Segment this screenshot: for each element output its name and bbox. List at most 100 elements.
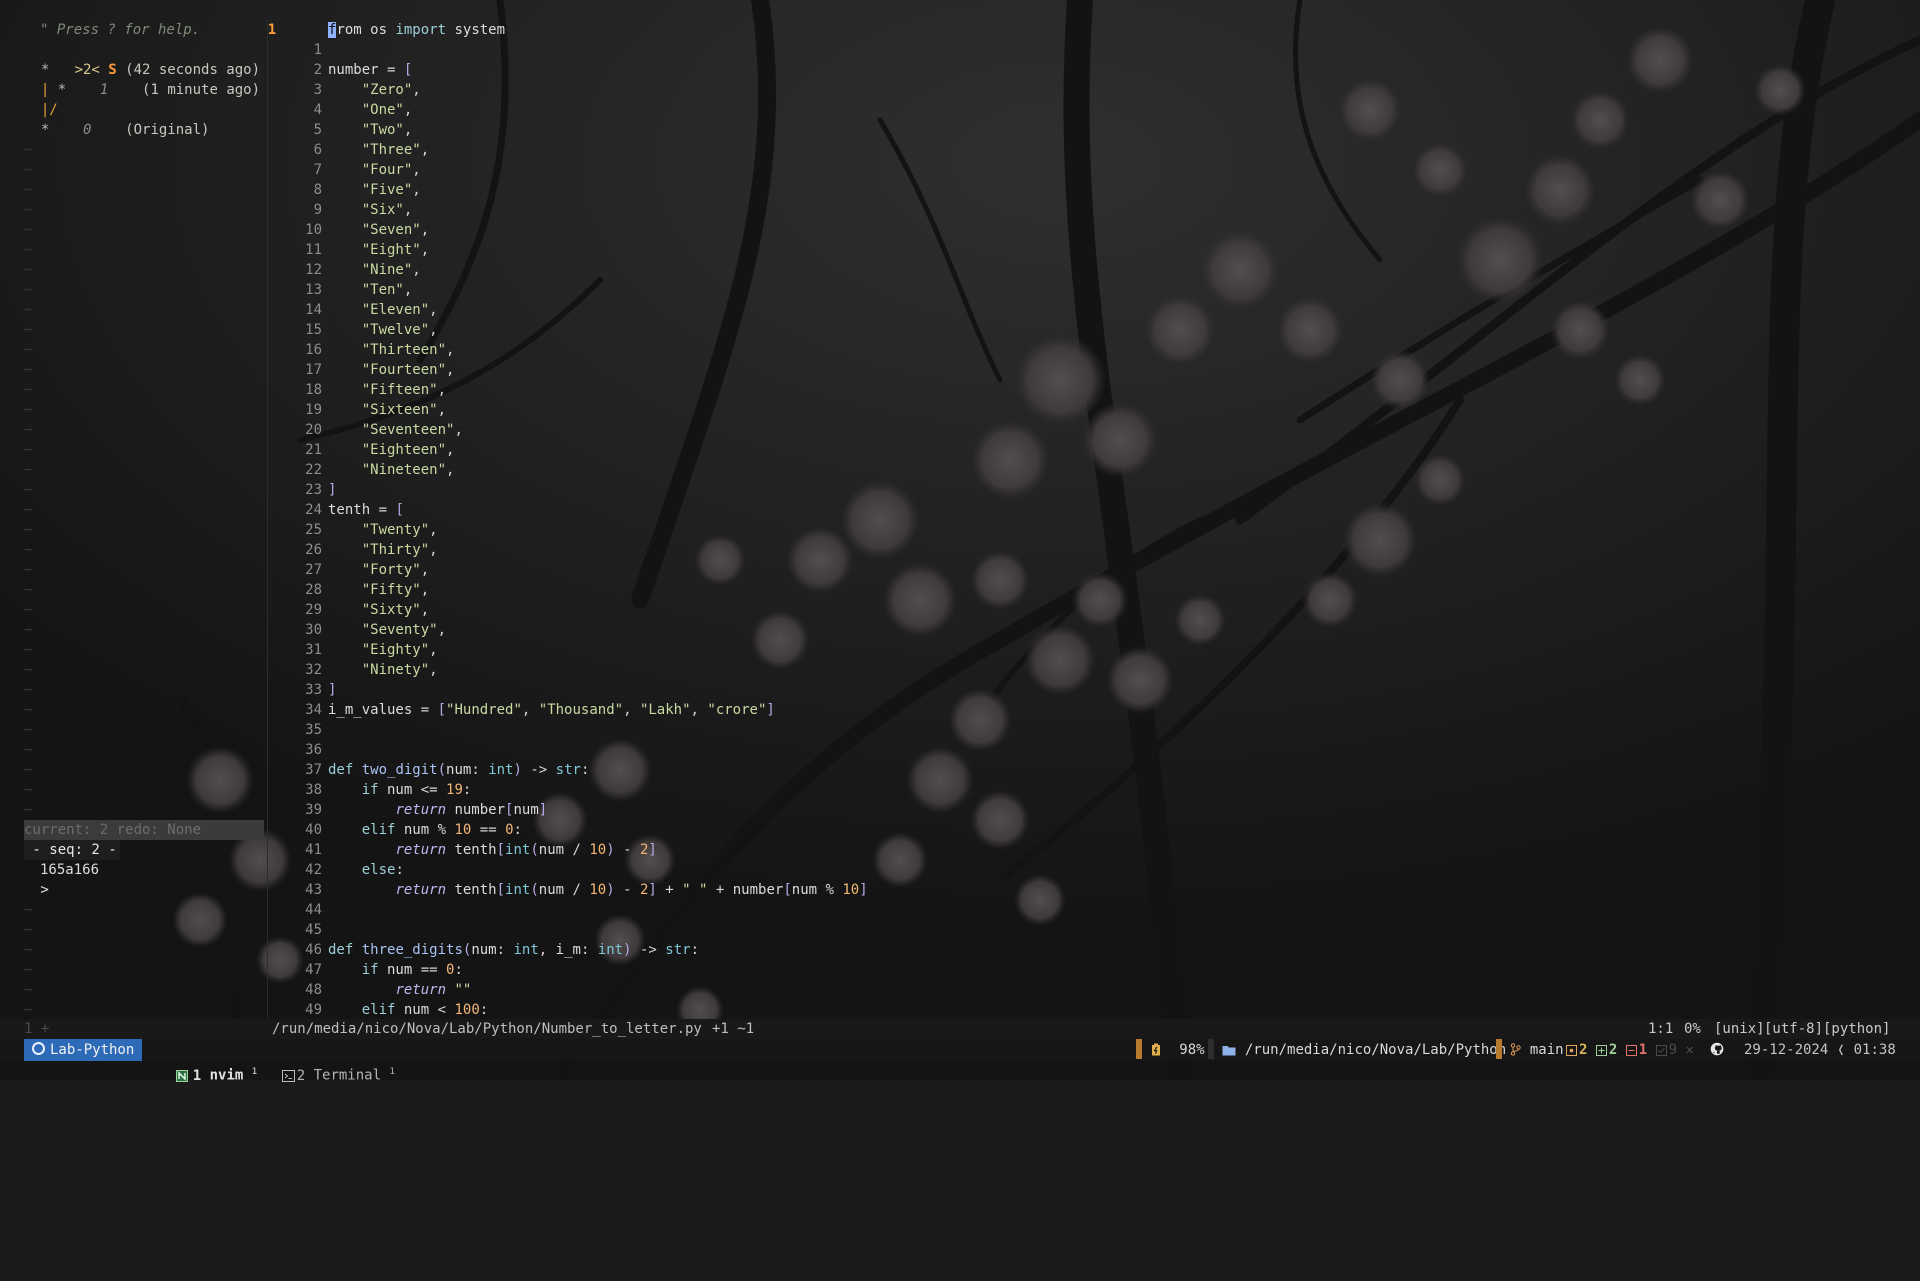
- eob-tilde: ~: [24, 922, 33, 938]
- code-line[interactable]: "Eighty",: [328, 640, 438, 660]
- code-line[interactable]: return "": [328, 980, 471, 1000]
- code-line[interactable]: "Seven",: [328, 220, 429, 240]
- code-line[interactable]: "Fifteen",: [328, 380, 446, 400]
- eob-tilde: ~: [24, 282, 33, 298]
- code-line[interactable]: return tenth[int(num / 10) - 2] + " " + …: [328, 880, 867, 900]
- tmux-session[interactable]: Lab-Python: [24, 1039, 143, 1061]
- line-number: 21: [305, 442, 322, 458]
- undotree-graph: |/: [40, 102, 58, 118]
- eob-tilde: ~: [24, 262, 33, 278]
- eob-tilde: ~: [24, 762, 33, 778]
- code-line[interactable]: def three_digits(num: int, i_m: int) -> …: [328, 940, 699, 960]
- undotree-node[interactable]: |/: [24, 100, 58, 120]
- code-line[interactable]: "Nine",: [328, 260, 421, 280]
- git-segment: main: [1496, 1039, 1564, 1061]
- line-number: 46: [305, 942, 322, 958]
- eob-tilde: ~: [24, 622, 33, 638]
- code-line[interactable]: "One",: [328, 100, 413, 120]
- line-number: 10: [305, 222, 322, 238]
- code-line[interactable]: "Seventeen",: [328, 420, 463, 440]
- code-line[interactable]: "Fifty",: [328, 580, 429, 600]
- line-number: 34: [305, 702, 322, 718]
- eob-tilde: ~: [24, 982, 33, 998]
- code-line[interactable]: "Seventy",: [328, 620, 446, 640]
- undotree-seq: >2<: [74, 62, 100, 78]
- code-line[interactable]: from os import system: [328, 20, 505, 40]
- code-line[interactable]: "Zero",: [328, 80, 421, 100]
- line-number: 25: [305, 522, 322, 538]
- git-diff-summary: +1 ~1: [712, 1021, 755, 1037]
- undotree-node[interactable]: * >2< S (42 seconds ago): [24, 60, 260, 80]
- code-line[interactable]: elif num % 10 == 0:: [328, 820, 522, 840]
- eob-tilde: ~: [24, 562, 33, 578]
- git-deleted-count: 1: [1638, 1042, 1648, 1058]
- eob-tilde: ~: [24, 582, 33, 598]
- line-number: 31: [305, 642, 322, 658]
- code-line[interactable]: "Forty",: [328, 560, 429, 580]
- code-line[interactable]: "Twenty",: [328, 520, 438, 540]
- eob-tilde: ~: [24, 162, 33, 178]
- code-line[interactable]: tenth = [: [328, 500, 404, 520]
- text-cursor: f: [328, 22, 337, 38]
- line-number: 38: [305, 782, 322, 798]
- tmux-window-2[interactable]: 2 Terminal 1: [248, 1039, 395, 1084]
- code-line[interactable]: "Five",: [328, 180, 421, 200]
- code-line[interactable]: "Two",: [328, 120, 413, 140]
- code-line[interactable]: return number[num]: [328, 800, 547, 820]
- git-accent: [1496, 1039, 1502, 1059]
- code-line[interactable]: ]: [328, 680, 336, 700]
- code-line[interactable]: "Eight",: [328, 240, 429, 260]
- code-line[interactable]: "Ninety",: [328, 660, 438, 680]
- eob-tilde: ~: [24, 322, 33, 338]
- line-number: 32: [305, 662, 322, 678]
- eob-tilde: ~: [24, 522, 33, 538]
- file-path[interactable]: /run/media/nico/Nova/Lab/Python/Number_t…: [272, 1019, 702, 1039]
- staged-icon: [1566, 1045, 1577, 1056]
- deleted-icon: [1625, 1045, 1637, 1056]
- undotree-panel[interactable]: " Press ? for help. * >2< S (42 seconds …: [0, 20, 268, 1020]
- code-line[interactable]: "Ten",: [328, 280, 413, 300]
- code-line[interactable]: "Sixteen",: [328, 400, 446, 420]
- code-line[interactable]: "Sixty",: [328, 600, 429, 620]
- line-number: 37: [305, 762, 322, 778]
- vertical-split-divider[interactable]: [267, 20, 268, 1020]
- code-line[interactable]: number = [: [328, 60, 412, 80]
- line-number: 1: [313, 42, 322, 58]
- code-line[interactable]: "Eleven",: [328, 300, 438, 320]
- eob-tilde: ~: [24, 422, 33, 438]
- code-line[interactable]: "Thirteen",: [328, 340, 455, 360]
- code-line[interactable]: "Six",: [328, 200, 413, 220]
- code-line[interactable]: "Three",: [328, 140, 429, 160]
- code-line[interactable]: "Eighteen",: [328, 440, 455, 460]
- editor-buffer[interactable]: 1 from os import system 1 2 number = [3 "Zer…: [268, 20, 1920, 1020]
- undotree-diff-hunk: 165a166: [40, 862, 100, 878]
- line-number: 17: [305, 362, 322, 378]
- github-icon: [1710, 1039, 1724, 1061]
- undotree-node[interactable]: * 0 (Original): [24, 120, 210, 140]
- tmux-window-1[interactable]: 1 nvim 1: [142, 1039, 257, 1084]
- code-line[interactable]: i_m_values = ["Hundred", "Thousand", "La…: [328, 700, 775, 720]
- scroll-percent: 0%: [1684, 1021, 1701, 1037]
- code-line[interactable]: else:: [328, 860, 404, 880]
- code-line[interactable]: "Fourteen",: [328, 360, 455, 380]
- line-number: 6: [313, 142, 322, 158]
- code-line[interactable]: return tenth[int(num / 10) - 2]: [328, 840, 656, 860]
- code-line[interactable]: "Twelve",: [328, 320, 438, 340]
- clock-icon: ❬: [1836, 1042, 1846, 1058]
- undotree-diff-added: >: [32, 882, 49, 898]
- window-2-name: Terminal: [313, 1067, 382, 1084]
- undotree-node[interactable]: | * 1 (1 minute ago): [24, 80, 260, 100]
- code-line[interactable]: "Four",: [328, 160, 421, 180]
- eob-tilde: ~: [24, 802, 33, 818]
- line-number: 11: [305, 242, 322, 258]
- line-number: 30: [305, 622, 322, 638]
- close-mark-icon: ✕: [1685, 1042, 1694, 1058]
- code-line[interactable]: "Thirty",: [328, 540, 438, 560]
- code-line[interactable]: "Nineteen",: [328, 460, 455, 480]
- code-line[interactable]: def two_digit(num: int) -> str:: [328, 760, 589, 780]
- code-line[interactable]: if num <= 19:: [328, 780, 472, 800]
- code-line[interactable]: ]: [328, 480, 336, 500]
- line-number: 4: [313, 102, 322, 118]
- code-line[interactable]: elif num < 100:: [328, 1000, 488, 1020]
- code-line[interactable]: if num == 0:: [328, 960, 463, 980]
